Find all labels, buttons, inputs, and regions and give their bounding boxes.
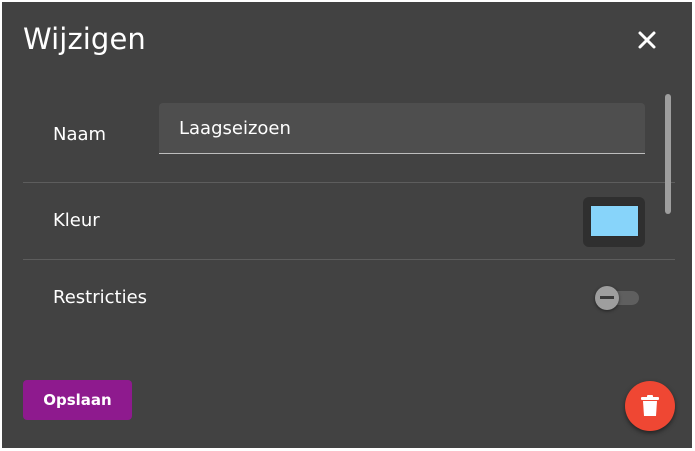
- save-button[interactable]: Opslaan: [23, 380, 132, 420]
- close-icon: [638, 31, 656, 49]
- close-button[interactable]: [632, 25, 662, 55]
- form-scroll-area[interactable]: Naam Laagseizoen Kleur Restricties: [23, 97, 675, 357]
- name-input-value: Laagseizoen: [179, 118, 291, 139]
- name-input[interactable]: Laagseizoen: [159, 103, 645, 154]
- name-row: Naam Laagseizoen: [23, 97, 675, 179]
- restrictions-row: Restricties: [23, 260, 675, 340]
- restrictions-toggle[interactable]: [593, 285, 643, 311]
- color-picker-button[interactable]: [583, 197, 645, 247]
- scrollbar[interactable]: [665, 94, 671, 214]
- name-label: Naam: [53, 124, 107, 145]
- minus-icon: [600, 296, 614, 299]
- color-label: Kleur: [53, 210, 100, 231]
- edit-dialog: Wijzigen Naam Laagseizoen Kleur Restrict…: [2, 2, 692, 448]
- trash-icon: [641, 395, 659, 416]
- color-swatch: [590, 205, 639, 237]
- color-row: Kleur: [23, 183, 675, 259]
- restrictions-label: Restricties: [53, 287, 148, 308]
- toggle-knob: [595, 286, 619, 310]
- dialog-title: Wijzigen: [23, 22, 146, 56]
- delete-button[interactable]: [625, 381, 675, 431]
